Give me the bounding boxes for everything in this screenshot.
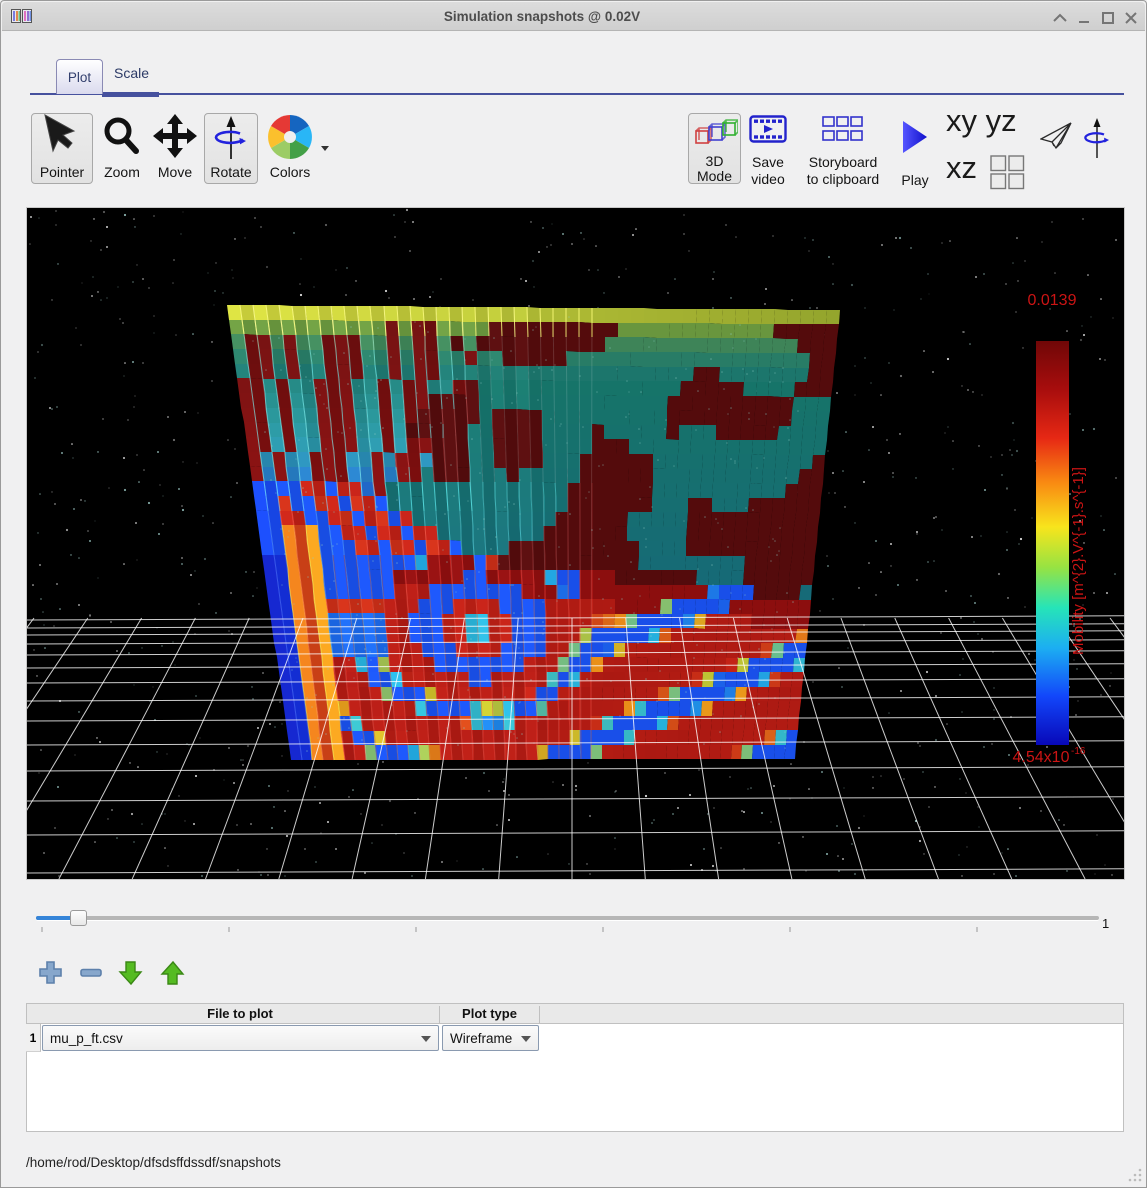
svg-text:Mobility [m^{2}.V^{-1}.s^{-1}]: Mobility [m^{2}.V^{-1}.s^{-1}] xyxy=(1070,467,1087,655)
svg-text:0.0139: 0.0139 xyxy=(1028,292,1077,309)
svg-text:4.54x10: 4.54x10 xyxy=(1013,749,1070,766)
svg-text:-16: -16 xyxy=(1071,746,1086,757)
